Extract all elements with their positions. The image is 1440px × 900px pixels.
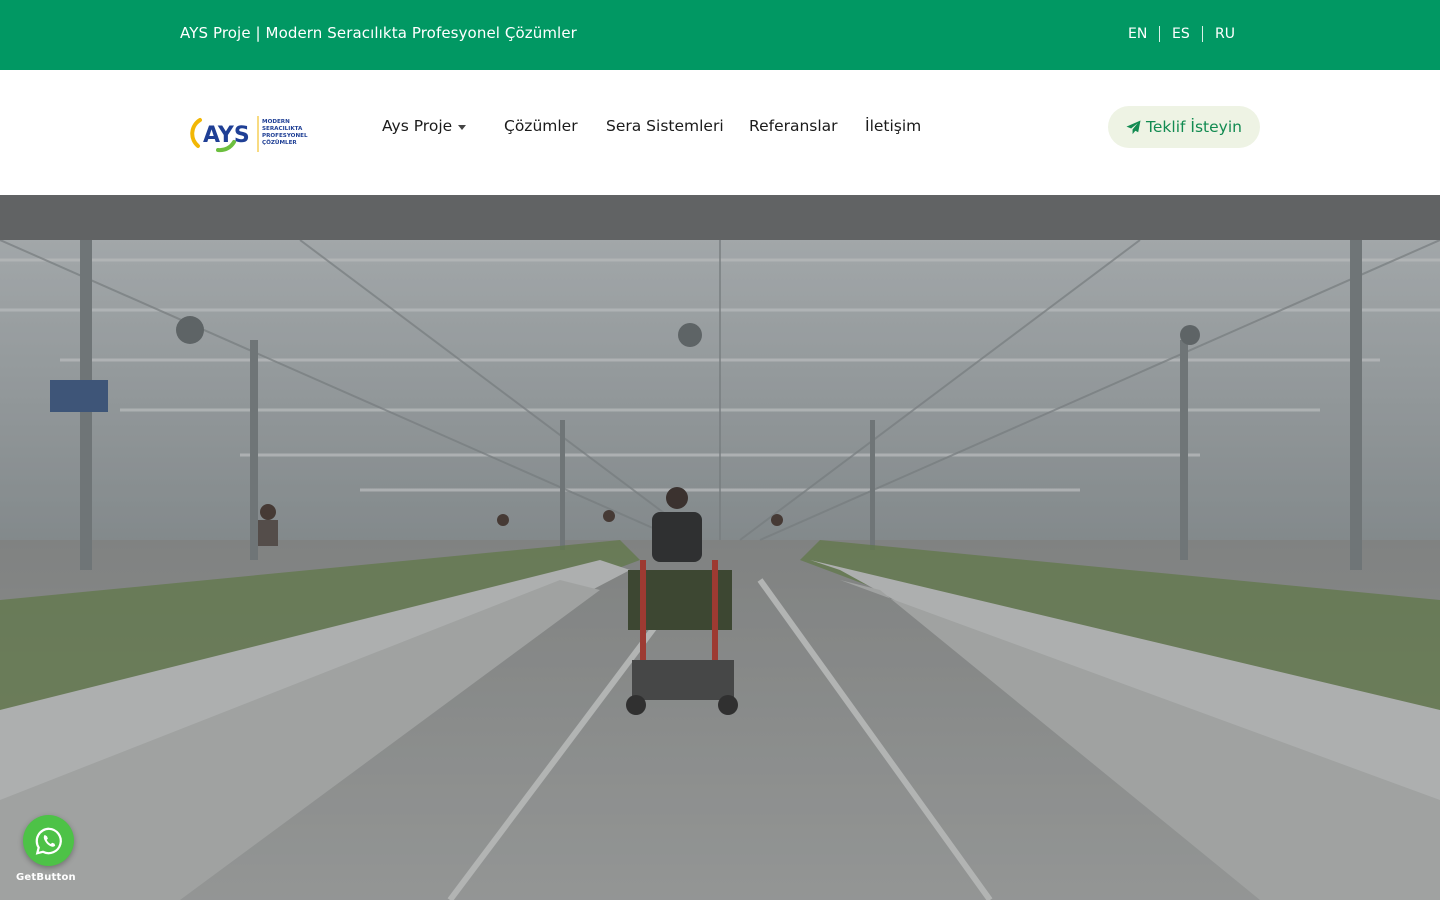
chevron-down-icon[interactable]: [458, 125, 466, 130]
logo-line: SERACILIKTA: [262, 126, 303, 132]
request-quote-button[interactable]: Teklif İsteyin: [1108, 106, 1260, 148]
site-tagline: AYS Proje | Modern Seracılıkta Profesyon…: [180, 24, 577, 42]
logo-line: MODERN: [262, 119, 290, 125]
main-header: AYS MODERN SERACILIKTA PROFESYONEL ÇÖZÜM…: [0, 70, 1440, 195]
logo-mark-text: AYS: [203, 123, 250, 148]
lang-es-link[interactable]: ES: [1172, 26, 1190, 42]
logo-line: ÇÖZÜMLER: [262, 139, 297, 146]
nav-referanslar[interactable]: Referanslar: [749, 117, 838, 135]
lang-en-link[interactable]: EN: [1128, 26, 1147, 42]
ays-logo[interactable]: AYS MODERN SERACILIKTA PROFESYONEL ÇÖZÜM…: [188, 112, 328, 156]
hero-overlay: [0, 195, 1440, 900]
lang-divider: [1202, 26, 1203, 42]
whatsapp-icon: [35, 827, 62, 855]
nav-cozumler[interactable]: Çözümler: [504, 117, 578, 135]
paper-plane-icon: [1126, 119, 1141, 134]
whatsapp-button[interactable]: [23, 815, 74, 866]
top-bar: AYS Proje | Modern Seracılıkta Profesyon…: [0, 0, 1440, 70]
nav-ays-proje[interactable]: Ays Proje: [382, 117, 452, 135]
nav-iletisim[interactable]: İletişim: [865, 117, 921, 135]
lang-divider: [1159, 26, 1160, 42]
request-quote-label: Teklif İsteyin: [1146, 118, 1242, 136]
hero-section: [0, 195, 1440, 900]
getbutton-credit[interactable]: GetButton: [16, 872, 76, 883]
logo-line: PROFESYONEL: [262, 133, 308, 139]
nav-sera-sistemleri[interactable]: Sera Sistemleri: [606, 117, 724, 135]
lang-ru-link[interactable]: RU: [1215, 26, 1235, 42]
